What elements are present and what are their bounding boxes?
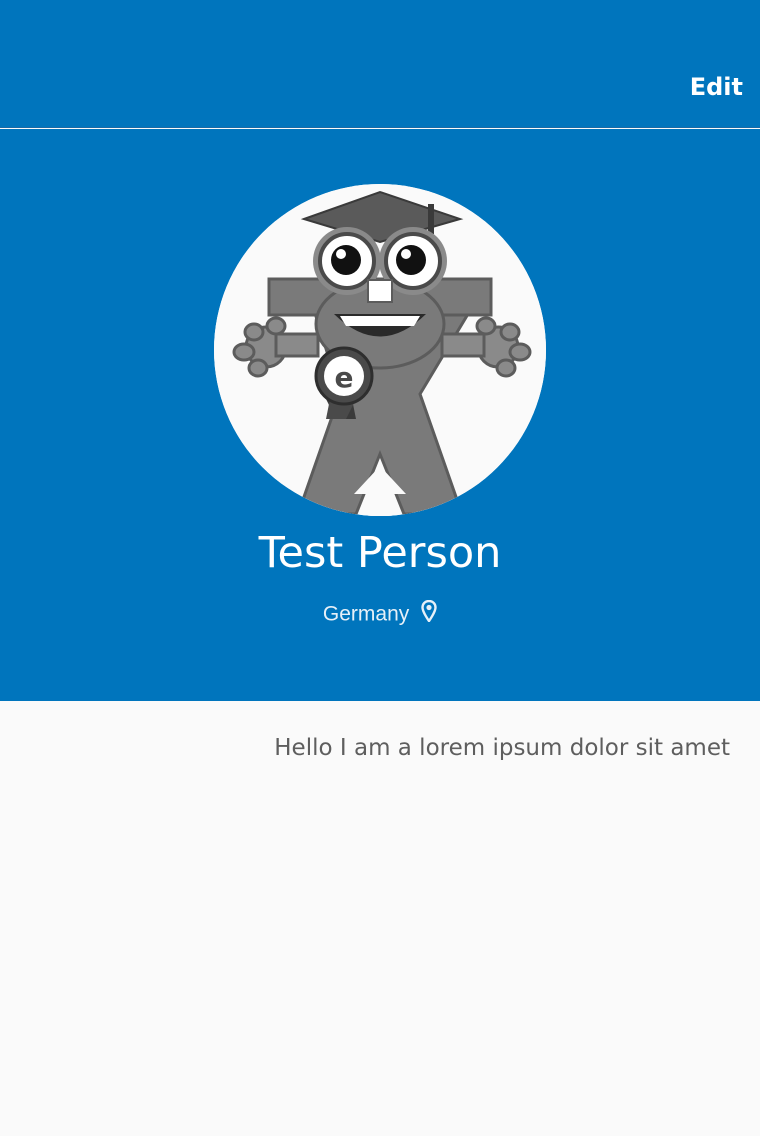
location-row: Germany [0, 599, 760, 629]
profile-name: Test Person [258, 528, 502, 578]
svg-text:e: e [335, 361, 354, 394]
edit-button[interactable]: Edit [690, 70, 743, 104]
profile-avatar: e [214, 184, 546, 516]
profile-bio: Hello I am a lorem ipsum dolor sit amet [274, 735, 730, 761]
map-pin-icon [421, 600, 437, 623]
location-label: Germany [322, 602, 410, 626]
profile-header: e Test Person Germany [0, 129, 760, 701]
mascot-avatar-icon: e [214, 184, 546, 516]
profile-screen: Edit e Test Person Germany Hello I am a … [0, 0, 760, 1136]
navigation-bar: Edit [0, 0, 760, 128]
